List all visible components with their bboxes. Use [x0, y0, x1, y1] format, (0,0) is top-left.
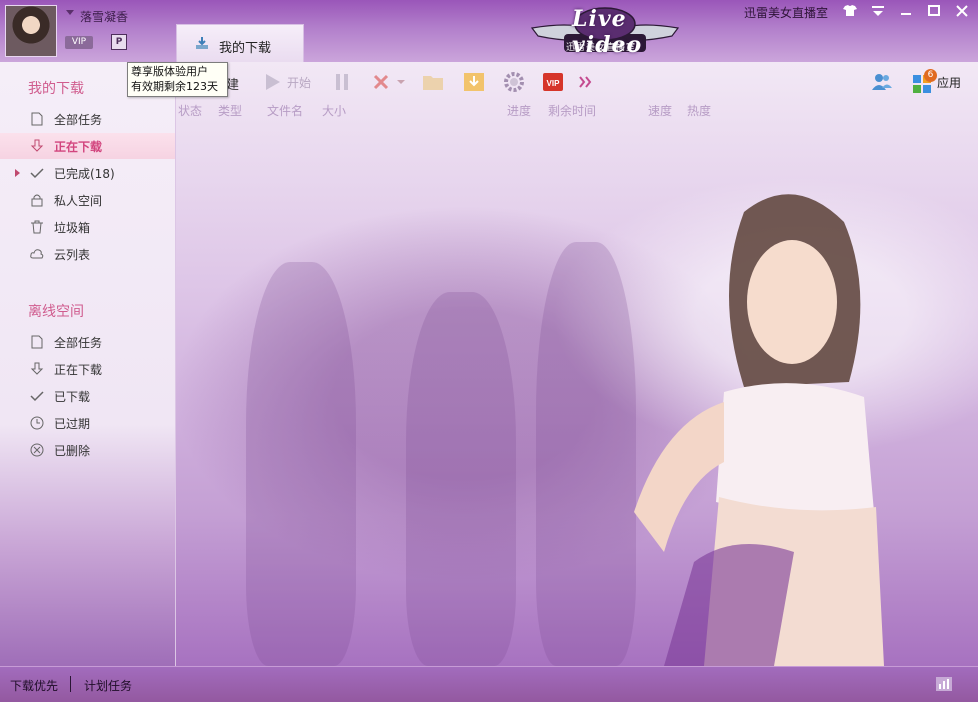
- download-arrow-icon: [30, 362, 44, 375]
- tooltip-line-2: 有效期剩余123天: [131, 80, 218, 93]
- logo-subtitle: 迅雷美女直播室: [566, 43, 637, 53]
- p-icon[interactable]: P: [111, 34, 127, 50]
- column-headers: 状态 类型 文件名 大小 进度 剩余时间 速度 热度: [176, 102, 978, 118]
- check-icon: [30, 391, 44, 402]
- offline-item-all-tasks[interactable]: 全部任务: [0, 329, 175, 355]
- sidebar-item-downloading[interactable]: 正在下载: [0, 133, 175, 159]
- column-header-speed[interactable]: 速度: [648, 102, 672, 119]
- sidebar-item-label: 已下载: [54, 390, 91, 404]
- column-header-size[interactable]: 大小: [322, 102, 346, 119]
- sidebar-item-all-tasks[interactable]: 全部任务: [0, 106, 175, 132]
- sidebar-item-completed[interactable]: 已完成(18): [0, 160, 175, 186]
- cloud-icon: [30, 249, 44, 259]
- download-tray-icon: [196, 37, 208, 49]
- sidebar-item-label: 云列表: [54, 248, 91, 262]
- title-bar: 落雪凝香 VIP P 我的下载 Live video 迅雷美女直播室 迅雷美女直…: [0, 0, 978, 62]
- live-video-logo: Live video 迅雷美女直播室: [528, 6, 682, 58]
- close-icon[interactable]: [952, 2, 972, 20]
- my-downloads-title: 我的下载: [28, 81, 84, 97]
- status-divider: [70, 676, 71, 692]
- minimize-icon[interactable]: [896, 2, 916, 20]
- clock-icon: [30, 416, 44, 430]
- file-icon: [31, 335, 43, 349]
- expand-arrow-icon[interactable]: [15, 169, 20, 177]
- sidebar-item-cloud-list[interactable]: 云列表: [0, 241, 175, 267]
- offline-item-downloading[interactable]: 正在下载: [0, 356, 175, 382]
- column-header-remaining-time[interactable]: 剩余时间: [548, 102, 596, 119]
- offline-item-deleted[interactable]: 已删除: [0, 437, 175, 463]
- lock-icon: [31, 194, 43, 207]
- download-list-area[interactable]: 建 开始 VIP 6 应用 状态 类型 文件名 大小 进度 剩余时间 速度 热度: [176, 62, 978, 666]
- download-arrow-icon: [30, 139, 44, 152]
- toolbar: 建 开始 VIP 6 应用: [176, 62, 978, 102]
- settings-gear-icon[interactable]: [502, 70, 526, 94]
- vip-badge[interactable]: VIP: [65, 36, 93, 49]
- tooltip-line-1: 尊享版体验用户: [131, 65, 208, 78]
- menu-dropdown-icon[interactable]: [868, 2, 888, 20]
- deleted-circle-icon: [30, 443, 44, 457]
- sidebar-item-label: 垃圾箱: [54, 221, 91, 235]
- maximize-icon[interactable]: [924, 2, 944, 20]
- offline-space-title: 离线空间: [28, 304, 84, 320]
- download-box-icon[interactable]: [462, 70, 486, 94]
- column-header-filename[interactable]: 文件名: [267, 102, 303, 119]
- pause-icon[interactable]: [334, 70, 350, 94]
- apps-button[interactable]: 应用: [937, 74, 961, 91]
- offline-item-downloaded[interactable]: 已下载: [0, 383, 175, 409]
- avatar[interactable]: [5, 5, 57, 57]
- svg-text:VIP: VIP: [547, 79, 561, 88]
- more-double-chevron-icon[interactable]: [578, 70, 592, 94]
- check-icon: [30, 168, 44, 179]
- file-icon: [31, 112, 43, 126]
- tab-my-downloads[interactable]: 我的下载: [176, 24, 304, 62]
- sidebar-item-label: 正在下载: [54, 363, 103, 377]
- stats-chart-icon[interactable]: [936, 677, 952, 691]
- background-dancer-image: [246, 262, 356, 666]
- download-priority-button[interactable]: 下载优先: [10, 677, 58, 694]
- scheduled-tasks-button[interactable]: 计划任务: [84, 677, 132, 694]
- sidebar: 我的下载 全部任务 正在下载 已完成(18) 私人空间 垃圾箱 云列表 离线空间: [0, 62, 176, 666]
- sidebar-item-label: 正在下载: [54, 140, 103, 154]
- column-header-status[interactable]: 状态: [178, 102, 202, 119]
- featured-model-image: [634, 194, 884, 666]
- sidebar-item-label: 已删除: [54, 444, 91, 458]
- sidebar-item-label: 已完成(18): [54, 167, 115, 181]
- delete-x-icon[interactable]: [372, 70, 394, 94]
- start-button[interactable]: 开始: [287, 74, 311, 91]
- background-dancer-image: [536, 242, 636, 666]
- status-bar: 下载优先 计划任务: [0, 666, 978, 703]
- start-play-icon[interactable]: [264, 70, 282, 94]
- user-name[interactable]: 落雪凝香: [80, 8, 128, 25]
- sidebar-item-label: 私人空间: [54, 194, 103, 208]
- skin-shirt-icon[interactable]: [840, 2, 860, 20]
- chevron-down-icon[interactable]: [396, 70, 406, 94]
- sidebar-item-label: 已过期: [54, 417, 91, 431]
- sidebar-item-trash[interactable]: 垃圾箱: [0, 214, 175, 240]
- apps-count-badge: 6: [924, 69, 937, 82]
- tab-label: 我的下载: [219, 41, 272, 56]
- column-header-type[interactable]: 类型: [218, 102, 242, 119]
- window-title: 迅雷美女直播室: [744, 6, 829, 20]
- offline-item-expired[interactable]: 已过期: [0, 410, 175, 436]
- column-header-heat[interactable]: 热度: [687, 102, 711, 119]
- background-dancer-image: [406, 292, 516, 666]
- sidebar-item-label: 全部任务: [54, 336, 103, 350]
- vip-tooltip: 尊享版体验用户 有效期剩余123天: [127, 62, 228, 97]
- window-bottom-edge: [0, 702, 978, 709]
- vip-icon[interactable]: VIP: [542, 70, 564, 94]
- friends-icon[interactable]: [870, 70, 894, 94]
- user-menu-caret-icon[interactable]: [66, 10, 74, 15]
- folder-icon[interactable]: [421, 70, 445, 94]
- sidebar-item-label: 全部任务: [54, 113, 103, 127]
- trash-icon: [31, 220, 43, 234]
- sidebar-item-private-space[interactable]: 私人空间: [0, 187, 175, 213]
- app-window: 落雪凝香 VIP P 我的下载 Live video 迅雷美女直播室 迅雷美女直…: [0, 0, 978, 709]
- column-header-progress[interactable]: 进度: [507, 102, 531, 119]
